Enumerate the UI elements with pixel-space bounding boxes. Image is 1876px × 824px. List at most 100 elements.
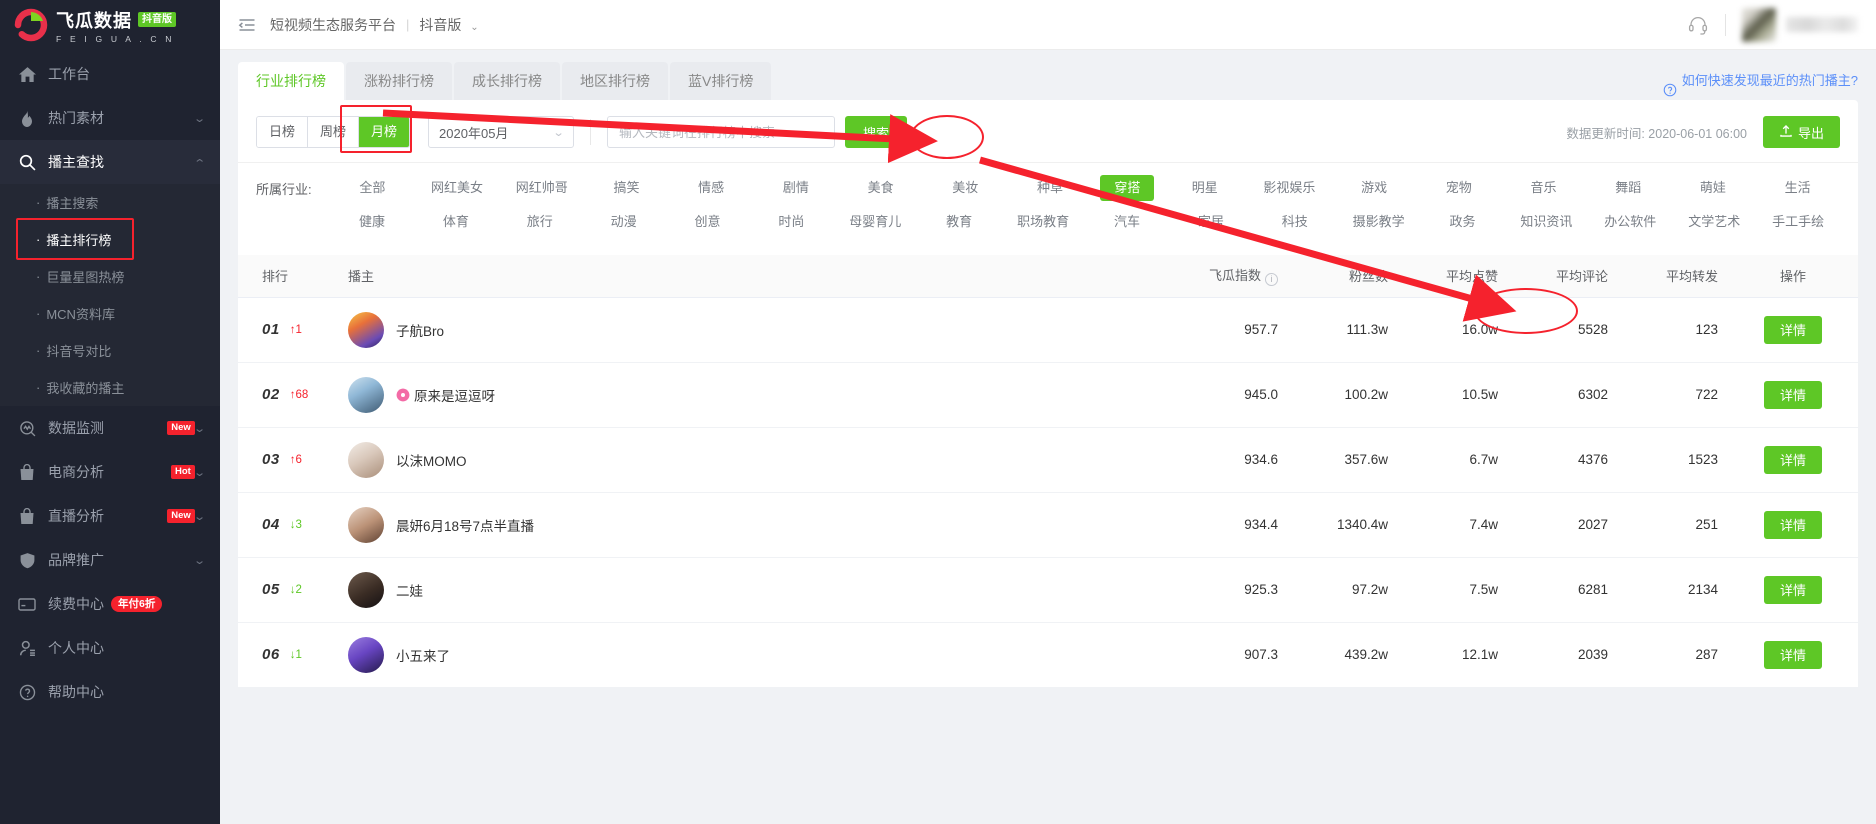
column-header-host[interactable]: 播主 bbox=[338, 255, 1168, 298]
category-item[interactable]: 美食 bbox=[838, 175, 923, 201]
table-row[interactable]: 01 ↑1 子航Bro 957.7 111.3w 16.0w 5528 123 … bbox=[238, 297, 1858, 363]
avatar[interactable] bbox=[348, 311, 384, 348]
column-header-avg-likes[interactable]: 平均点赞 bbox=[1398, 255, 1508, 298]
category-item[interactable]: 母婴育儿 bbox=[833, 209, 917, 235]
info-icon[interactable]: i bbox=[1265, 273, 1278, 287]
sidebar-item-hot-material[interactable]: 热门素材 ⌄ bbox=[0, 96, 220, 140]
sidebar-item-workbench[interactable]: 工作台 bbox=[0, 52, 220, 96]
category-item[interactable]: 动漫 bbox=[582, 209, 666, 235]
host-name[interactable]: 二娃 bbox=[396, 580, 423, 600]
category-item[interactable]: 科技 bbox=[1253, 209, 1337, 235]
sidebar-item-host-search-group[interactable]: 播主查找 ⌄ bbox=[0, 140, 220, 184]
host-name[interactable]: 子航Bro bbox=[396, 320, 444, 340]
category-item[interactable]: 政务 bbox=[1421, 209, 1505, 235]
sidebar-subitem-favorite-hosts[interactable]: · 我收藏的播主 bbox=[0, 369, 220, 406]
detail-button[interactable]: 详情 bbox=[1764, 510, 1822, 539]
column-header-avg-shares[interactable]: 平均转发 bbox=[1618, 255, 1728, 298]
tab-growth-ranking[interactable]: 成长排行榜 bbox=[454, 62, 560, 100]
sidebar-item-brand-promotion[interactable]: 品牌推广 ⌄ bbox=[0, 538, 220, 582]
host-name[interactable]: 晨妍6月18号7点半直播 bbox=[396, 515, 534, 535]
avatar[interactable] bbox=[348, 571, 384, 608]
category-item[interactable]: 舞蹈 bbox=[1586, 175, 1671, 201]
search-input[interactable] bbox=[607, 116, 836, 148]
category-item[interactable]: 创意 bbox=[666, 209, 750, 235]
platform-selector[interactable]: 抖音版 ⌄ bbox=[419, 15, 478, 35]
category-item[interactable]: 汽车 bbox=[1085, 209, 1169, 235]
category-item[interactable]: 职场教育 bbox=[1001, 209, 1085, 235]
sidebar-subitem-xingtu-hot[interactable]: · 巨量星图热榜 bbox=[0, 258, 220, 295]
sidebar-subitem-host-ranking[interactable]: · 播主排行榜 bbox=[0, 221, 220, 258]
sidebar-item-personal-center[interactable]: 个人中心 bbox=[0, 626, 220, 670]
category-item[interactable]: 教育 bbox=[917, 209, 1001, 235]
sidebar-subitem-douyin-compare[interactable]: · 抖音号对比 bbox=[0, 332, 220, 369]
sidebar-subitem-host-search[interactable]: · 播主搜索 bbox=[0, 184, 220, 221]
category-item[interactable]: 明星 bbox=[1162, 175, 1247, 201]
category-item[interactable]: 美妆 bbox=[923, 175, 1008, 201]
category-item[interactable]: 搞笑 bbox=[584, 175, 669, 201]
avatar[interactable] bbox=[1742, 7, 1776, 42]
table-row[interactable]: 03 ↑6 以沫MOMO 934.6 357.6w 6.7w 4376 1523… bbox=[238, 427, 1858, 493]
category-item[interactable]: 萌娃 bbox=[1671, 175, 1756, 201]
column-header-rank[interactable]: 排行 bbox=[238, 255, 338, 298]
category-item[interactable]: 种草 bbox=[1008, 175, 1093, 201]
category-item[interactable]: 摄影教学 bbox=[1337, 209, 1421, 235]
category-item[interactable]: 时尚 bbox=[749, 209, 833, 235]
table-row[interactable]: 02 ↑68 原来是逗逗呀 945.0 100.2w 10.5w 6302 72… bbox=[238, 362, 1858, 428]
host-name[interactable]: 小五来了 bbox=[396, 645, 450, 665]
category-item[interactable]: 影视娱乐 bbox=[1247, 175, 1332, 201]
category-item[interactable]: 音乐 bbox=[1501, 175, 1586, 201]
host-name[interactable]: 原来是逗逗呀 bbox=[396, 385, 495, 405]
avatar[interactable] bbox=[348, 441, 384, 478]
detail-button[interactable]: 详情 bbox=[1764, 640, 1822, 669]
date-select[interactable]: 2020年05月 ⌄ bbox=[428, 116, 575, 148]
category-item[interactable]: 情感 bbox=[669, 175, 754, 201]
sidebar-subitem-mcn-library[interactable]: · MCN资料库 bbox=[0, 295, 220, 332]
avatar[interactable] bbox=[348, 376, 384, 413]
headset-icon[interactable] bbox=[1687, 14, 1709, 36]
category-item[interactable]: 手工手绘 bbox=[1756, 209, 1840, 235]
tab-region-ranking[interactable]: 地区排行榜 bbox=[562, 62, 668, 100]
sidebar-item-help-center[interactable]: 帮助中心 bbox=[0, 670, 220, 714]
category-item[interactable]: 网红帅哥 bbox=[499, 175, 584, 201]
search-button[interactable]: 搜索 bbox=[845, 116, 908, 148]
period-monthly-button[interactable]: 月榜 bbox=[359, 117, 410, 147]
category-item[interactable]: 家居 bbox=[1169, 209, 1253, 235]
column-header-avg-comments[interactable]: 平均评论 bbox=[1508, 255, 1618, 298]
detail-button[interactable]: 详情 bbox=[1764, 380, 1822, 409]
category-item[interactable]: 剧情 bbox=[754, 175, 839, 201]
avatar[interactable] bbox=[348, 636, 384, 673]
category-all[interactable]: 全部 bbox=[330, 175, 415, 201]
period-daily-button[interactable]: 日榜 bbox=[257, 117, 309, 147]
category-item[interactable]: 游戏 bbox=[1332, 175, 1417, 201]
category-item[interactable]: 宠物 bbox=[1416, 175, 1501, 201]
sidebar-item-ecommerce-analysis[interactable]: 电商分析 Hot ⌄ bbox=[0, 450, 220, 494]
table-row[interactable]: 06 ↓1 小五来了 907.3 439.2w 12.1w 2039 287 详… bbox=[238, 622, 1858, 688]
category-item[interactable]: 旅行 bbox=[498, 209, 582, 235]
table-row[interactable]: 04 ↓3 晨妍6月18号7点半直播 934.4 1340.4w 7.4w 20… bbox=[238, 492, 1858, 558]
column-header-feigua-index[interactable]: 飞瓜指数 i bbox=[1168, 255, 1288, 298]
collapse-menu-icon[interactable] bbox=[238, 16, 256, 34]
sidebar-item-renewal-center[interactable]: 续费中心 年付6折 bbox=[0, 582, 220, 626]
sidebar-item-data-monitor[interactable]: 数据监测 New ⌄ bbox=[0, 406, 220, 450]
category-item[interactable]: 办公软件 bbox=[1588, 209, 1672, 235]
column-header-fans[interactable]: 粉丝数 bbox=[1288, 255, 1398, 298]
export-button[interactable]: 导出 bbox=[1762, 116, 1840, 148]
detail-button[interactable]: 详情 bbox=[1764, 575, 1822, 604]
tab-bluev-ranking[interactable]: 蓝V排行榜 bbox=[670, 62, 772, 100]
sidebar-item-live-analysis[interactable]: 直播分析 New ⌄ bbox=[0, 494, 220, 538]
category-item[interactable]: 生活 bbox=[1755, 175, 1840, 201]
host-name[interactable]: 以沫MOMO bbox=[396, 450, 467, 470]
avatar[interactable] bbox=[348, 506, 384, 543]
table-row[interactable]: 05 ↓2 二娃 925.3 97.2w 7.5w 6281 2134 详情 bbox=[238, 557, 1858, 623]
brand-logo-area[interactable]: 飞瓜数据 抖音版 F E I G U A . C N bbox=[0, 0, 220, 50]
tab-industry-ranking[interactable]: 行业排行榜 bbox=[238, 62, 344, 100]
detail-button[interactable]: 详情 bbox=[1764, 315, 1822, 344]
category-item[interactable]: 网红美女 bbox=[415, 175, 500, 201]
help-link[interactable]: 如何快速发现最近的热门播主? bbox=[1663, 62, 1858, 100]
category-item[interactable]: 文学艺术 bbox=[1672, 209, 1756, 235]
category-item-selected[interactable]: 穿搭 bbox=[1100, 175, 1155, 201]
detail-button[interactable]: 详情 bbox=[1764, 445, 1822, 474]
category-item[interactable]: 健康 bbox=[330, 209, 414, 235]
category-item[interactable]: 体育 bbox=[414, 209, 498, 235]
tab-fans-growth-ranking[interactable]: 涨粉排行榜 bbox=[346, 62, 452, 100]
